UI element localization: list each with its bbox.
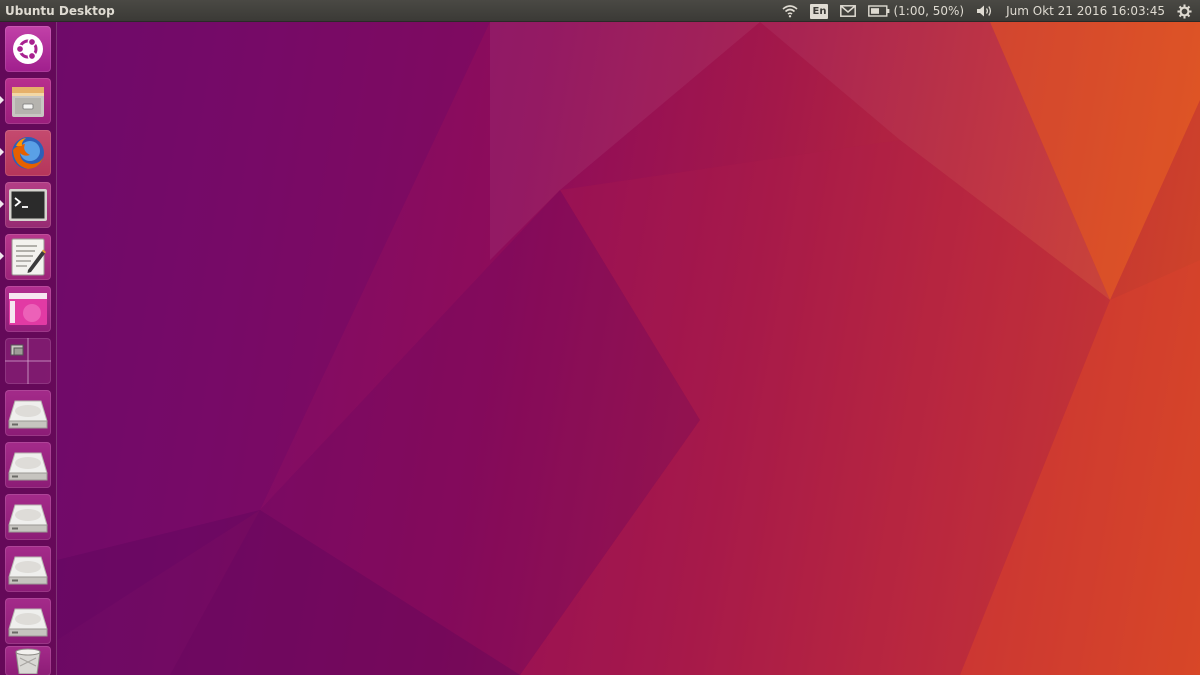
hard-drive-icon [8, 400, 48, 429]
unity-launcher [0, 22, 57, 675]
ubuntu-logo-icon [13, 34, 43, 64]
running-indicator [0, 96, 4, 104]
running-indicator [0, 252, 4, 260]
datetime-indicator[interactable]: Jum Okt 21 2016 16:03:45 [1000, 0, 1171, 22]
ubuntu-dash-button[interactable] [5, 26, 51, 72]
drive-launcher-2[interactable] [5, 442, 51, 488]
trash-icon [15, 648, 41, 674]
volume-icon [977, 5, 992, 17]
software-launcher[interactable] [5, 286, 51, 332]
running-indicator [0, 148, 4, 156]
keyboard-layout-label: En [810, 3, 829, 19]
desktop-wallpaper [0, 0, 1200, 675]
mail-icon [840, 5, 857, 17]
workspace-switcher[interactable] [5, 338, 51, 384]
terminal-icon [9, 189, 47, 221]
drive-launcher-3[interactable] [5, 494, 51, 540]
messaging-indicator[interactable] [834, 0, 862, 22]
firefox-launcher[interactable] [5, 130, 51, 176]
drive-launcher-1[interactable] [5, 390, 51, 436]
wallpaper-facets [57, 22, 1200, 675]
window-title: Ubuntu Desktop [5, 4, 115, 18]
sound-indicator[interactable] [970, 0, 1000, 22]
drive-launcher-5[interactable] [5, 598, 51, 644]
hard-drive-icon [8, 556, 48, 585]
hard-drive-icon [8, 452, 48, 481]
wifi-icon [782, 5, 798, 18]
firefox-icon [12, 137, 44, 169]
keyboard-indicator[interactable]: En [804, 0, 834, 22]
network-indicator[interactable] [776, 0, 804, 22]
indicator-area: En (1:00, 50%) Jum Okt 21 2016 16:03:45 [776, 0, 1200, 22]
session-indicator[interactable] [1171, 0, 1200, 22]
text-editor-launcher[interactable] [5, 234, 51, 280]
workspace-grid-icon [5, 338, 51, 384]
system-gear-icon [1177, 3, 1192, 19]
terminal-launcher[interactable] [5, 182, 51, 228]
text-editor-icon [11, 238, 46, 276]
file-cabinet-icon [12, 87, 44, 117]
battery-icon [868, 5, 890, 17]
running-indicator [0, 200, 4, 208]
battery-status-text: (1:00, 50%) [893, 4, 965, 18]
drive-launcher-4[interactable] [5, 546, 51, 592]
clock-text: Jum Okt 21 2016 16:03:45 [1006, 4, 1165, 18]
window-app-icon [9, 293, 47, 325]
hard-drive-icon [8, 504, 48, 533]
top-panel: Ubuntu Desktop En (1:00, 50%) Jum Okt 21… [0, 0, 1200, 22]
battery-indicator[interactable]: (1:00, 50%) [862, 0, 970, 22]
trash-launcher[interactable] [5, 646, 51, 675]
files-launcher[interactable] [5, 78, 51, 124]
hard-drive-icon [8, 608, 48, 637]
